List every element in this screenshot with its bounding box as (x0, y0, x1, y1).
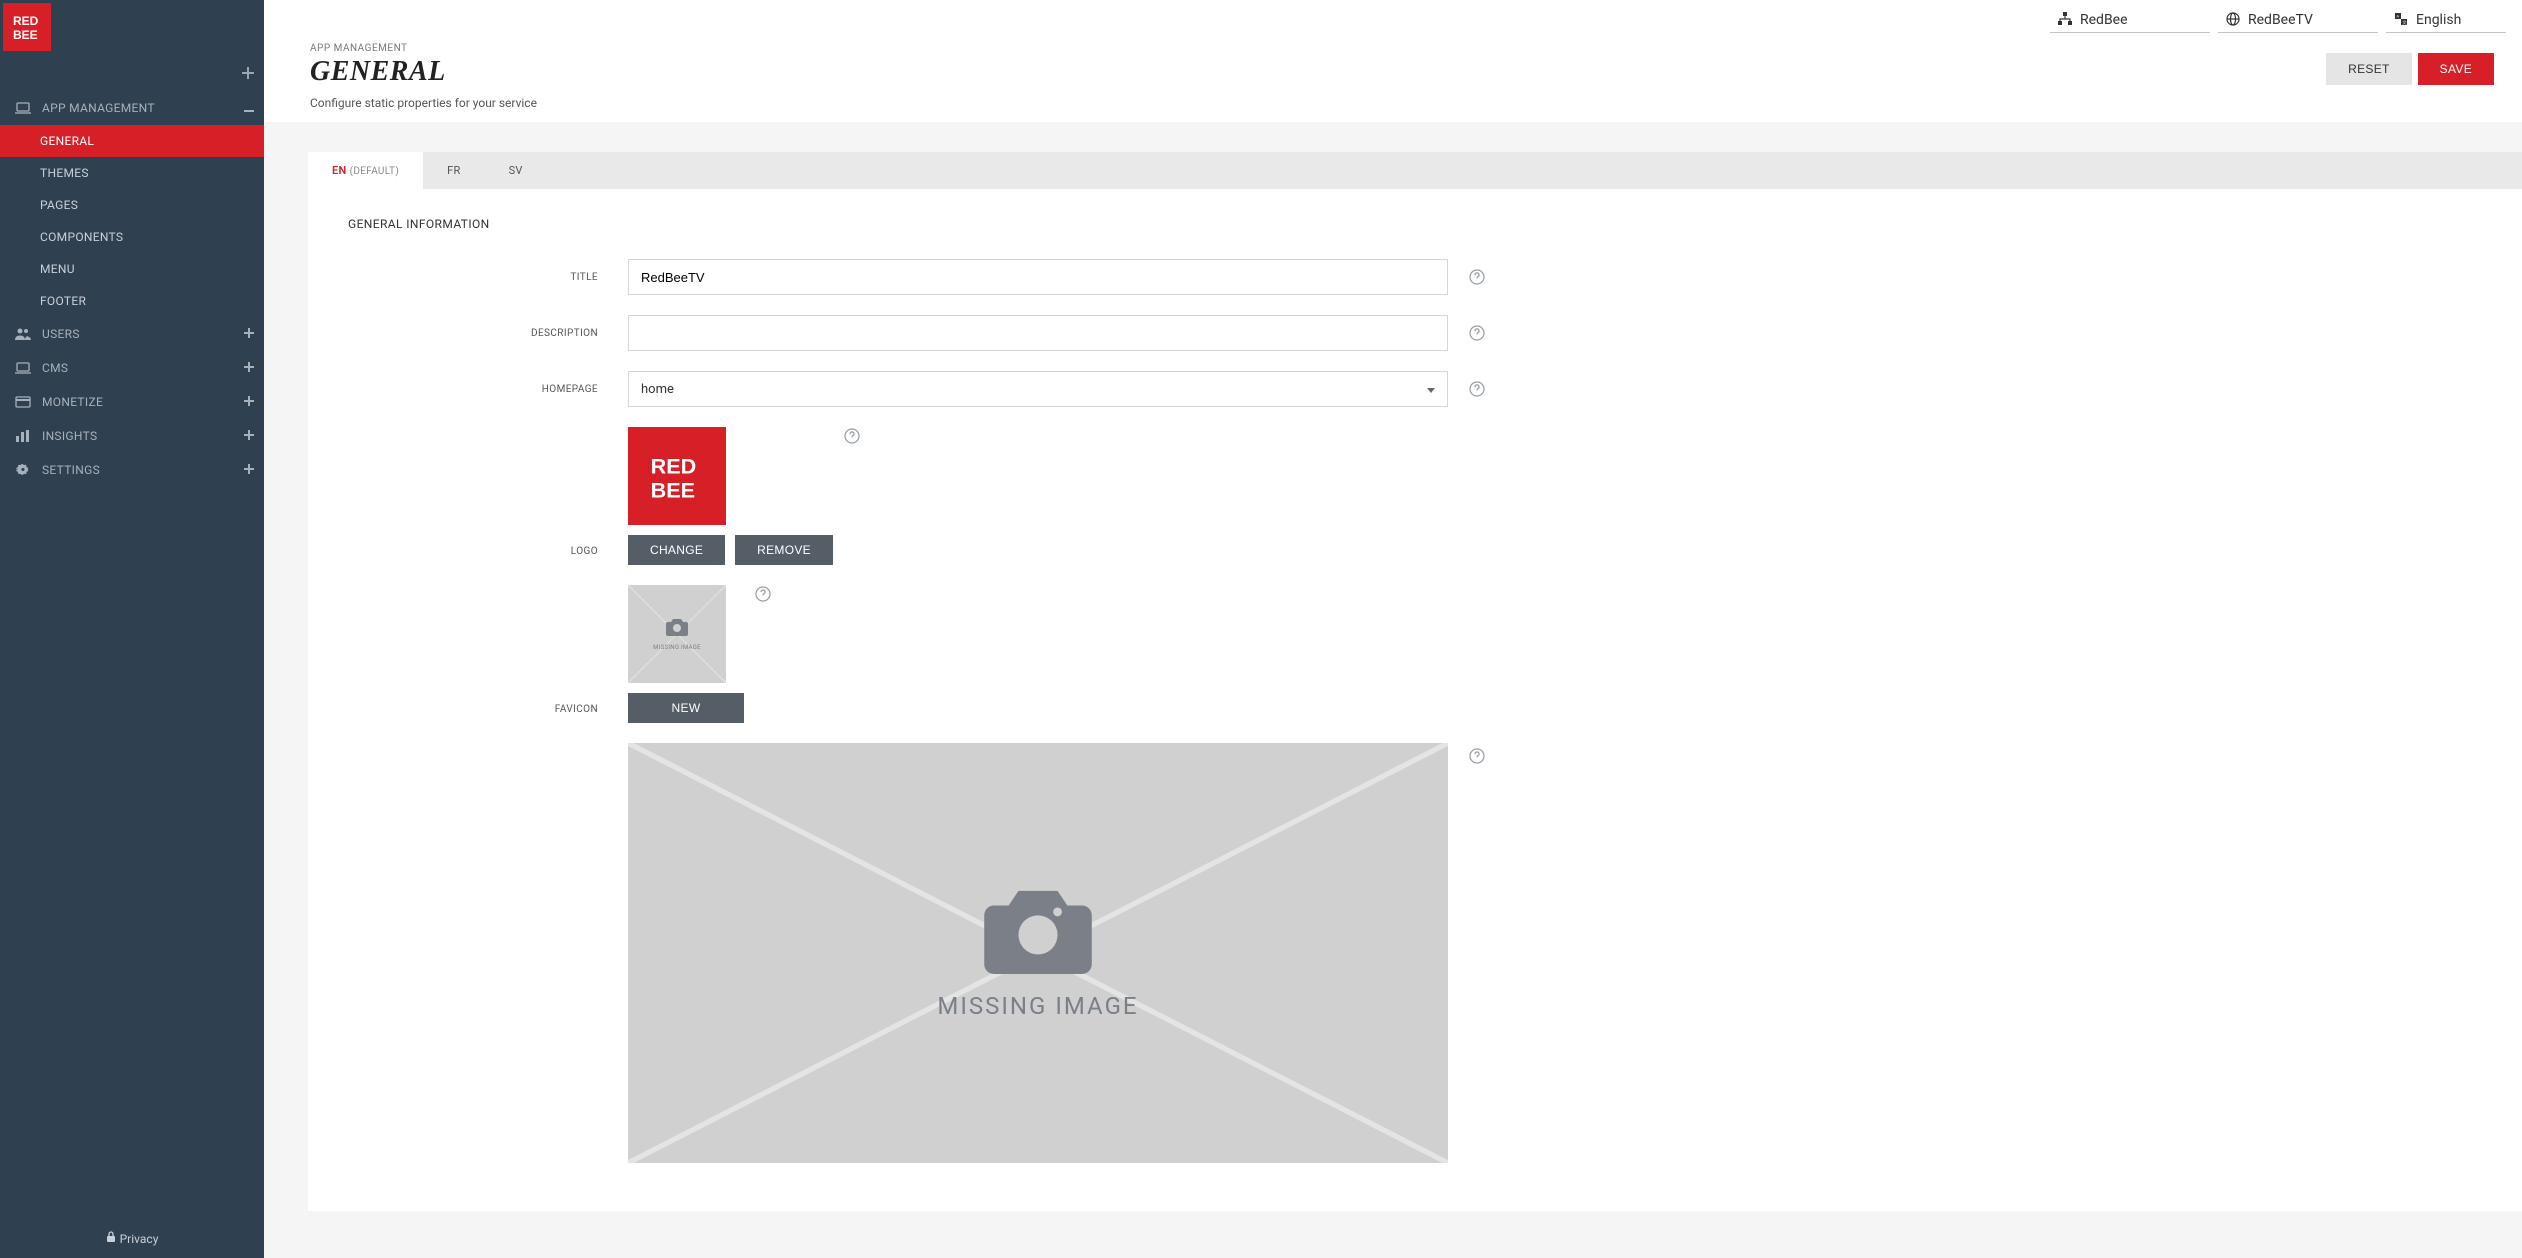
favicon-label: FAVICON (348, 704, 608, 723)
description-input[interactable] (628, 315, 1448, 351)
nav-label: CMS (42, 361, 68, 375)
page-header: APP MANAGEMENT GENERAL Configure static … (264, 37, 2522, 122)
sidebar-sub-general[interactable]: GENERAL (0, 125, 264, 157)
plus-icon (244, 463, 254, 477)
brand-logo[interactable]: REDBEE (3, 3, 51, 51)
sidebar: REDBEE APP MANAGEMENT GENERAL THEMES PAG… (0, 0, 264, 1258)
plus-icon (244, 361, 254, 375)
laptop-icon (14, 102, 32, 114)
reset-button[interactable]: RESET (2326, 53, 2412, 85)
caret-down-icon (1427, 382, 1435, 397)
language-tabs: EN (DEFAULT) FR SV (308, 152, 2522, 189)
card-icon (14, 396, 32, 408)
nav-label: APP MANAGEMENT (42, 101, 155, 115)
page-description: Configure static properties for your ser… (310, 96, 537, 110)
missing-image-label: MISSING IMAGE (653, 644, 701, 651)
plus-icon (244, 395, 254, 409)
sidebar-sub-footer[interactable]: FOOTER (0, 285, 264, 317)
help-icon[interactable] (1468, 268, 1486, 286)
camera-icon (983, 886, 1093, 978)
title-input[interactable] (628, 259, 1448, 295)
description-label: DESCRIPTION (348, 328, 608, 339)
plus-icon (242, 67, 254, 83)
logo-label: LOGO (348, 546, 608, 565)
tab-en[interactable]: EN (DEFAULT) (308, 152, 423, 189)
sidebar-sub-menu[interactable]: MENU (0, 253, 264, 285)
help-icon[interactable] (843, 427, 861, 445)
minus-icon (244, 101, 254, 115)
help-icon[interactable] (1468, 380, 1486, 398)
section-title: GENERAL INFORMATION (348, 217, 2482, 231)
homepage-select[interactable]: home (628, 371, 1448, 407)
camera-icon (666, 618, 688, 640)
sidebar-item-cms[interactable]: CMS (0, 351, 264, 385)
main-content: RedBee RedBeeTV A文 English APP MANAGEMEN… (264, 0, 2522, 1258)
sidebar-item-users[interactable]: USERS (0, 317, 264, 351)
language-label: English (2416, 12, 2461, 28)
missing-image-label: MISSING IMAGE (937, 992, 1138, 1020)
sidebar-item-app-management[interactable]: APP MANAGEMENT (0, 91, 264, 125)
sidebar-sub-app-management: GENERAL THEMES PAGES COMPONENTS MENU FOO… (0, 125, 264, 317)
sidebar-item-insights[interactable]: INSIGHTS (0, 419, 264, 453)
lock-icon (106, 1231, 116, 1246)
language-selector[interactable]: A文 English (2386, 8, 2506, 33)
gear-icon (14, 463, 32, 477)
background-preview: MISSING IMAGE (628, 743, 1448, 1163)
nav-label: INSIGHTS (42, 429, 97, 443)
privacy-label: Privacy (120, 1232, 159, 1246)
topbar: RedBee RedBeeTV A文 English (264, 0, 2522, 37)
sidebar-sub-themes[interactable]: THEMES (0, 157, 264, 189)
remove-logo-button[interactable]: REMOVE (735, 535, 833, 565)
sidebar-top-add[interactable] (0, 51, 264, 91)
product-label: RedBeeTV (2248, 12, 2313, 28)
translate-icon: A文 (2394, 12, 2410, 28)
nav-label: SETTINGS (42, 463, 100, 477)
new-favicon-button[interactable]: NEW (628, 693, 744, 723)
org-label: RedBee (2080, 12, 2128, 28)
nav-label: MONETIZE (42, 395, 103, 409)
svg-text:BEE: BEE (651, 478, 695, 503)
sitemap-icon (2058, 12, 2074, 28)
plus-icon (244, 327, 254, 341)
page-title: GENERAL (310, 56, 537, 88)
save-button[interactable]: SAVE (2418, 53, 2494, 85)
sidebar-sub-components[interactable]: COMPONENTS (0, 221, 264, 253)
sidebar-item-monetize[interactable]: MONETIZE (0, 385, 264, 419)
svg-text:RED: RED (651, 454, 697, 479)
sidebar-sub-pages[interactable]: PAGES (0, 189, 264, 221)
laptop-icon (14, 362, 32, 374)
product-selector[interactable]: RedBeeTV (2218, 8, 2378, 33)
tab-fr[interactable]: FR (423, 152, 484, 189)
title-label: TITLE (348, 272, 608, 283)
chart-icon (14, 430, 32, 442)
svg-text:BEE: BEE (13, 28, 38, 42)
change-logo-button[interactable]: CHANGE (628, 535, 725, 565)
help-icon[interactable] (1468, 747, 1486, 765)
svg-text:A: A (2397, 14, 2400, 19)
homepage-label: HOMEPAGE (348, 384, 608, 395)
plus-icon (244, 429, 254, 443)
content-area: EN (DEFAULT) FR SV GENERAL INFORMATION T… (264, 122, 2522, 1258)
help-icon[interactable] (754, 585, 772, 603)
help-icon[interactable] (1468, 324, 1486, 342)
users-icon (14, 328, 32, 340)
breadcrumb: APP MANAGEMENT (310, 43, 537, 54)
logo-preview: REDBEE (628, 427, 726, 525)
sidebar-item-settings[interactable]: SETTINGS (0, 453, 264, 487)
nav-label: USERS (42, 327, 80, 341)
tab-en-default: (DEFAULT) (350, 166, 399, 177)
favicon-preview: MISSING IMAGE (628, 585, 726, 683)
org-selector[interactable]: RedBee (2050, 8, 2210, 33)
svg-text:文: 文 (2403, 19, 2407, 25)
tab-en-code: EN (332, 164, 347, 177)
tab-sv[interactable]: SV (485, 152, 547, 189)
svg-text:RED: RED (13, 14, 39, 28)
homepage-value: home (641, 382, 674, 397)
sidebar-privacy[interactable]: Privacy (0, 1219, 264, 1258)
globe-icon (2226, 12, 2242, 28)
form-panel: GENERAL INFORMATION TITLE DESCRIPTION HO… (308, 189, 2522, 1211)
